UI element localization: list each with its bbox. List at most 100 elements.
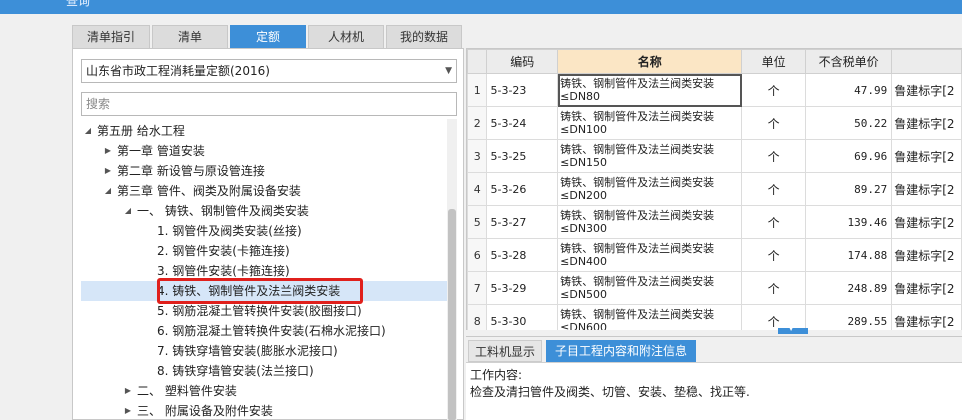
tree-scrollbar[interactable] [447,119,457,420]
row-index: 8 [467,304,488,330]
tab-my-data[interactable]: 我的数据 [386,25,462,48]
collapse-icon[interactable]: ▶ [123,401,133,420]
cell-name[interactable]: 铸铁、钢制管件及法兰阀类安装 ≤DN200 [557,172,743,206]
cell-code[interactable]: 5-3-28 [486,238,559,272]
quota-library-select[interactable]: 山东省市政工程消耗量定额(2016) ▼ [81,59,457,83]
table-row[interactable]: 2 5-3-24 铸铁、钢制管件及法兰阀类安装 ≤DN100 个 50.22 鲁… [467,106,962,140]
cell-name[interactable]: 铸铁、钢制管件及法兰阀类安装 ≤DN400 [557,238,743,272]
tab-labor-material-display[interactable]: 工料机显示 [468,340,542,362]
work-content-panel: 工作内容: 检查及清扫管件及阀类、切管、安装、垫稳、找正等. [466,362,962,420]
tree-item[interactable]: 1. 钢管件及阀类安装(丝接) [81,221,447,241]
collapse-icon[interactable]: ▶ [103,161,113,181]
cell-remark[interactable]: 鲁建标字[2 [891,139,962,173]
table-row[interactable]: 8 5-3-30 铸铁、钢制管件及法兰阀类安装 ≤DN600 个 289.55 … [467,304,962,330]
cell-remark[interactable]: 鲁建标字[2 [891,73,962,107]
expand-icon[interactable]: ◢ [123,201,133,221]
annotation-highlight-box [157,278,363,304]
scrollbar-thumb[interactable] [448,209,456,420]
tab-labor-material-machine[interactable]: 人材机 [308,25,384,48]
header-price[interactable]: 不含税单价 [805,49,893,74]
row-index: 2 [467,106,488,140]
cell-price[interactable]: 289.55 [805,304,893,330]
tree-item-label: 8. 铸铁穿墙管安装(法兰接口) [157,364,314,378]
tree-item[interactable]: ◢ 一、 铸铁、钢制管件及阀类安装 [81,201,447,221]
tree-item[interactable]: ▶ 第一章 管道安装 [81,141,447,161]
collapse-icon[interactable]: ▶ [123,381,133,401]
cell-price[interactable]: 69.96 [805,139,893,173]
cell-remark[interactable]: 鲁建标字[2 [891,271,962,305]
cell-price[interactable]: 248.89 [805,271,893,305]
cell-remark[interactable]: 鲁建标字[2 [891,172,962,206]
cell-price[interactable]: 89.27 [805,172,893,206]
tab-quota[interactable]: 定额 [230,25,306,48]
cell-name[interactable]: 铸铁、钢制管件及法兰阀类安装 ≤DN500 [557,271,743,305]
cell-remark[interactable]: 鲁建标字[2 [891,106,962,140]
cell-code[interactable]: 5-3-25 [486,139,559,173]
table-row[interactable]: 4 5-3-26 铸铁、钢制管件及法兰阀类安装 ≤DN200 个 89.27 鲁… [467,172,962,206]
header-unit[interactable]: 单位 [741,49,807,74]
tree-item[interactable]: 7. 铸铁穿墙管安装(膨胀水泥接口) [81,341,447,361]
cell-unit[interactable]: 个 [741,172,807,206]
splitter-toggle[interactable]: ▼ [778,323,808,334]
tree-item[interactable]: 8. 铸铁穿墙管安装(法兰接口) [81,361,447,381]
header-index [467,49,488,74]
cell-name[interactable]: 铸铁、钢制管件及法兰阀类安装 ≤DN150 [557,139,743,173]
cell-name[interactable]: 铸铁、钢制管件及法兰阀类安装 ≤DN300 [557,205,743,239]
cell-code[interactable]: 5-3-23 [486,73,559,107]
tree-item[interactable]: ◢ 第五册 给水工程 [81,121,447,141]
quota-grid: 编码 名称 单位 不含税单价 1 5-3-23 铸铁、钢制管件及法兰阀类安装 ≤… [466,48,962,330]
tree-item[interactable]: ▶ 第二章 新设管与原设管连接 [81,161,447,181]
table-row[interactable]: 3 5-3-25 铸铁、钢制管件及法兰阀类安装 ≤DN150 个 69.96 鲁… [467,139,962,173]
cell-price[interactable]: 174.88 [805,238,893,272]
tree-item[interactable]: ▶ 三、 附属设备及附件安装 [81,401,447,420]
row-index: 7 [467,271,488,305]
search-input[interactable]: 搜索 [81,92,457,116]
table-row[interactable]: 5 5-3-27 铸铁、钢制管件及法兰阀类安装 ≤DN300 个 139.46 … [467,205,962,239]
cell-unit[interactable]: 个 [741,73,807,107]
collapse-icon[interactable]: ▶ [103,141,113,161]
cell-price[interactable]: 139.46 [805,205,893,239]
cell-unit[interactable]: 个 [741,106,807,140]
cell-remark[interactable]: 鲁建标字[2 [891,238,962,272]
cell-code[interactable]: 5-3-29 [486,271,559,305]
table-row[interactable]: 6 5-3-28 铸铁、钢制管件及法兰阀类安装 ≤DN400 个 174.88 … [467,238,962,272]
tree-item[interactable]: ▶ 二、 塑料管件安装 [81,381,447,401]
tab-list-guide[interactable]: 清单指引 [72,25,150,48]
table-row[interactable]: 1 5-3-23 铸铁、钢制管件及法兰阀类安装 ≤DN80 个 47.99 鲁建… [467,73,962,107]
tree-item[interactable]: ◢ 第三章 管件、阀类及附属设备安装 [81,181,447,201]
cell-name[interactable]: 铸铁、钢制管件及法兰阀类安装 ≤DN600 [557,304,743,330]
cell-code[interactable]: 5-3-26 [486,172,559,206]
cell-unit[interactable]: 个 [741,139,807,173]
tree-item-label: 第五册 给水工程 [97,124,185,138]
cell-remark[interactable]: 鲁建标字[2 [891,304,962,330]
quota-library-value: 山东省市政工程消耗量定额(2016) [86,64,270,78]
expand-icon[interactable]: ◢ [103,181,113,201]
header-name[interactable]: 名称 [557,49,743,74]
cell-price[interactable]: 47.99 [805,73,893,107]
tree-item[interactable]: 6. 钢筋混凝土管转换件安装(石棉水泥接口) [81,321,447,341]
cell-code[interactable]: 5-3-24 [486,106,559,140]
cell-price[interactable]: 50.22 [805,106,893,140]
cell-code[interactable]: 5-3-27 [486,205,559,239]
row-index: 6 [467,238,488,272]
tree-item[interactable]: 2. 钢管件安装(卡箍连接) [81,241,447,261]
tree-item[interactable]: 5. 钢筋混凝土管转换件安装(胶圈接口) [81,301,447,321]
expand-icon[interactable]: ◢ [83,121,93,141]
table-row[interactable]: 7 5-3-29 铸铁、钢制管件及法兰阀类安装 ≤DN500 个 248.89 … [467,271,962,305]
header-remark[interactable] [891,49,962,74]
cell-unit[interactable]: 个 [741,271,807,305]
cell-code[interactable]: 5-3-30 [486,304,559,330]
window-title: 查询 [66,0,91,8]
cell-unit[interactable]: 个 [741,238,807,272]
cell-unit[interactable]: 个 [741,304,807,330]
cell-name[interactable]: 铸铁、钢制管件及法兰阀类安装 ≤DN100 [557,106,743,140]
tab-work-content-notes[interactable]: 子目工程内容和附注信息 [546,340,696,362]
header-code[interactable]: 编码 [486,49,559,74]
cell-remark[interactable]: 鲁建标字[2 [891,205,962,239]
tab-list[interactable]: 清单 [152,25,228,48]
work-content-label: 工作内容: [470,368,523,382]
cell-unit[interactable]: 个 [741,205,807,239]
tree-item-label: 二、 塑料管件安装 [137,384,237,398]
dropdown-arrow-icon[interactable]: ▼ [445,60,452,82]
cell-name[interactable]: 铸铁、钢制管件及法兰阀类安装 ≤DN80 [557,73,743,107]
